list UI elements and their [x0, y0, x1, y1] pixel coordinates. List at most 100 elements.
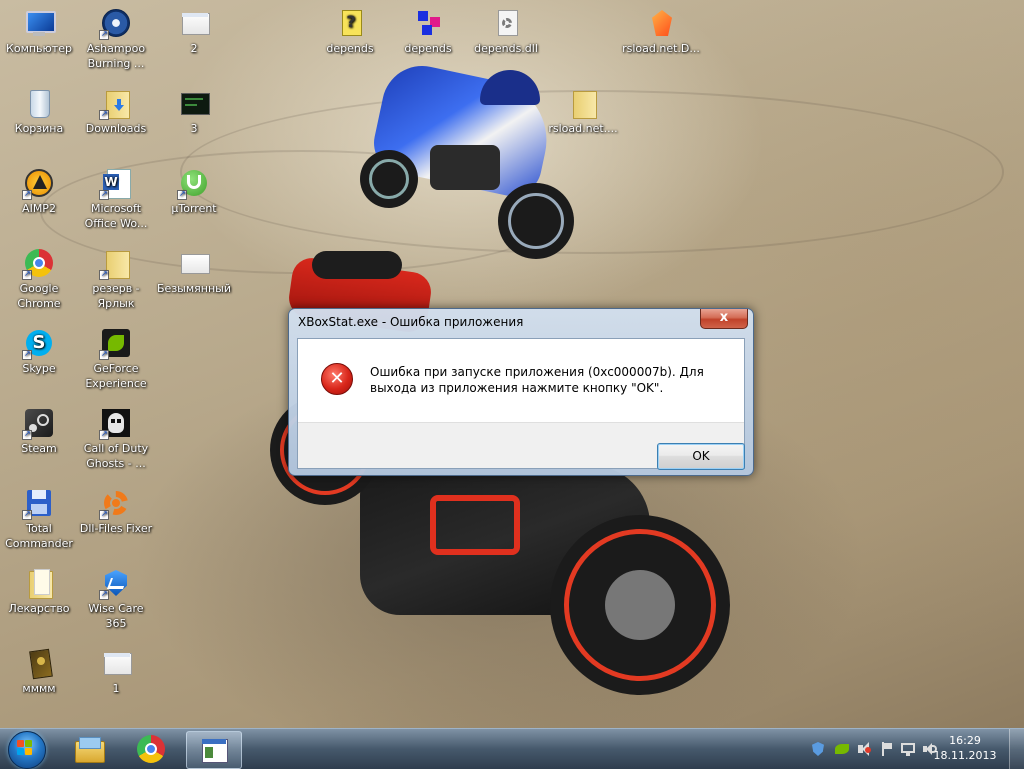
- shield-icon[interactable]: [810, 741, 826, 757]
- desktop-icon-label: Компьютер: [6, 42, 72, 55]
- speaker-warning-icon[interactable]: [856, 741, 872, 757]
- start-button[interactable]: [6, 730, 46, 769]
- flag-icon[interactable]: [878, 741, 894, 757]
- folder-icon: ↗: [99, 247, 132, 280]
- desktop-icon-1[interactable]: 1: [77, 647, 155, 696]
- desktop-icon-label: Microsoft Office Wo...: [84, 202, 148, 230]
- steam-icon: ↗: [22, 407, 55, 440]
- desktop-icon-label: Google Chrome: [17, 282, 61, 310]
- desktop-icon-label: 2: [190, 42, 198, 55]
- network-icon[interactable]: [900, 741, 916, 757]
- desktop-icon-label: Dll-Files Fixer: [79, 522, 153, 535]
- geforce-icon: ↗: [99, 327, 132, 360]
- skype-icon: S ↗: [22, 327, 55, 360]
- word-icon: W ↗: [99, 167, 132, 200]
- desktop-icon-label: rsload.net....: [548, 122, 618, 135]
- recycle-bin-icon: [23, 87, 55, 119]
- dll-fixer-icon: ↗: [99, 487, 132, 520]
- ashampoo-icon: ↗: [99, 7, 132, 40]
- application-icon: [200, 736, 228, 764]
- clock[interactable]: 16:29 18.11.2013: [930, 733, 1000, 763]
- desktop-icon-geforce-experience[interactable]: ↗ GeForce Experience: [77, 327, 155, 391]
- desktop-icon-label: Downloads: [85, 122, 147, 135]
- desktop-icon-label: резерв - Ярлык: [92, 282, 140, 310]
- desktop-icon-label: Skype: [22, 362, 56, 375]
- taskbar-chrome[interactable]: [124, 731, 178, 767]
- depends-help-icon: ?: [334, 7, 366, 39]
- desktop-icon-label: Wise Care 365: [88, 602, 144, 630]
- desktop-icon-downloads[interactable]: ↗ Downloads: [77, 87, 155, 136]
- windows-logo-icon: [17, 740, 33, 756]
- explorer-icon: [75, 735, 105, 763]
- desktop-icon-aimp2[interactable]: ↗ AIMP2: [0, 167, 78, 216]
- desktop-icon-untitled[interactable]: Безымянный: [155, 247, 233, 296]
- folder-icon: [567, 87, 599, 119]
- desktop-icon-label: мммм: [22, 682, 56, 695]
- desktop-icon-ashampoo[interactable]: ↗ Ashampoo Burning ...: [77, 7, 155, 71]
- desktop-icon-steam[interactable]: ↗ Steam: [0, 407, 78, 456]
- dialog-title: XBoxStat.exe - Ошибка приложения: [298, 315, 524, 329]
- desktop-icon-depends-dll[interactable]: depends.dll: [467, 7, 545, 56]
- desktop-icon-label: depends: [404, 42, 452, 55]
- depends-app-icon: [412, 7, 444, 39]
- desktop-icon-label: rsload.net.D...: [622, 42, 700, 55]
- desktop-icon-label: Call of Duty Ghosts - ...: [83, 442, 149, 470]
- desktop-icon-skype[interactable]: S ↗ Skype: [0, 327, 78, 376]
- utorrent-icon: ↗: [177, 167, 210, 200]
- archive-icon: [23, 647, 55, 680]
- taskbar-active-app[interactable]: [186, 731, 242, 769]
- desktop-icon-lekarstvo[interactable]: Лекарство: [0, 567, 78, 616]
- document-icon: [178, 7, 210, 39]
- desktop-icon-computer[interactable]: Компьютер: [0, 7, 78, 56]
- document-icon: [100, 647, 132, 679]
- desktop-icon-word[interactable]: W ↗ Microsoft Office Wo...: [77, 167, 155, 231]
- show-desktop-button[interactable]: [1009, 729, 1024, 769]
- desktop-icon-label: Ashampoo Burning ...: [86, 42, 146, 70]
- desktop-icon-total-commander[interactable]: ↗ Total Commander: [0, 487, 78, 551]
- dialog-client-area: ✕ Ошибка при запуске приложения (0xc0000…: [297, 338, 745, 470]
- taskbar: 16:29 18.11.2013: [0, 728, 1024, 769]
- image-icon: [178, 247, 210, 279]
- total-commander-icon: ↗: [22, 487, 55, 520]
- close-button[interactable]: x: [700, 309, 748, 329]
- desktop-icon-label: depends.dll: [474, 42, 538, 55]
- error-icon: ✕: [321, 363, 353, 395]
- desktop-icon-google-chrome[interactable]: ↗ Google Chrome: [0, 247, 78, 311]
- desktop-icon-label: Лекарство: [8, 602, 70, 615]
- desktop-icon-cod-ghosts[interactable]: ↗ Call of Duty Ghosts - ...: [77, 407, 155, 471]
- desktop-icon-depends-help[interactable]: ? depends: [311, 7, 389, 56]
- system-tray: 16:29 18.11.2013: [804, 729, 1024, 769]
- cod-ghosts-icon: ↗: [99, 407, 132, 440]
- nvidia-icon[interactable]: [834, 741, 850, 757]
- desktop-icon-reserve-shortcut[interactable]: ↗ резерв - Ярлык: [77, 247, 155, 311]
- clock-date: 18.11.2013: [933, 749, 997, 762]
- desktop-icon-rsload-d[interactable]: rsload.net.D...: [622, 7, 700, 56]
- desktop-icon-label: Корзина: [14, 122, 64, 135]
- desktop-icon-dll-files-fixer[interactable]: ↗ Dll-Files Fixer: [77, 487, 155, 536]
- desktop-icon-wise-care[interactable]: ↗ Wise Care 365: [77, 567, 155, 631]
- desktop-icon-label: 1: [112, 682, 120, 695]
- desktop-icon-3[interactable]: 3: [155, 87, 233, 136]
- desktop-icon-label: Steam: [21, 442, 57, 455]
- desktop-icon-label: AIMP2: [22, 202, 56, 215]
- desktop-icon-recycle-bin[interactable]: Корзина: [0, 87, 78, 136]
- folder-icon: ↗: [99, 87, 132, 120]
- desktop-icon-utorrent[interactable]: ↗ µTorrent: [155, 167, 233, 216]
- desktop-icon-rsload-folder[interactable]: rsload.net....: [544, 87, 622, 136]
- rsload-icon: [645, 7, 677, 39]
- desktop-icon-mmmm[interactable]: мммм: [0, 647, 78, 696]
- error-dialog[interactable]: XBoxStat.exe - Ошибка приложения x ✕ Оши…: [288, 308, 754, 476]
- ok-button[interactable]: OK: [657, 443, 745, 470]
- desktop-icon-label: µTorrent: [171, 202, 217, 215]
- chrome-icon: [137, 735, 165, 763]
- desktop-icon-depends-app[interactable]: depends: [389, 7, 467, 56]
- wise-care-icon: ↗: [99, 567, 132, 600]
- image-icon: [178, 87, 210, 119]
- chrome-icon: ↗: [22, 247, 55, 280]
- taskbar-explorer[interactable]: [62, 731, 116, 767]
- desktop-icon-label: depends: [326, 42, 374, 55]
- error-message: Ошибка при запуске приложения (0xc000007…: [370, 365, 704, 395]
- clock-time: 16:29: [949, 734, 981, 747]
- desktop-icon-2[interactable]: 2: [155, 7, 233, 56]
- dll-file-icon: [490, 7, 522, 39]
